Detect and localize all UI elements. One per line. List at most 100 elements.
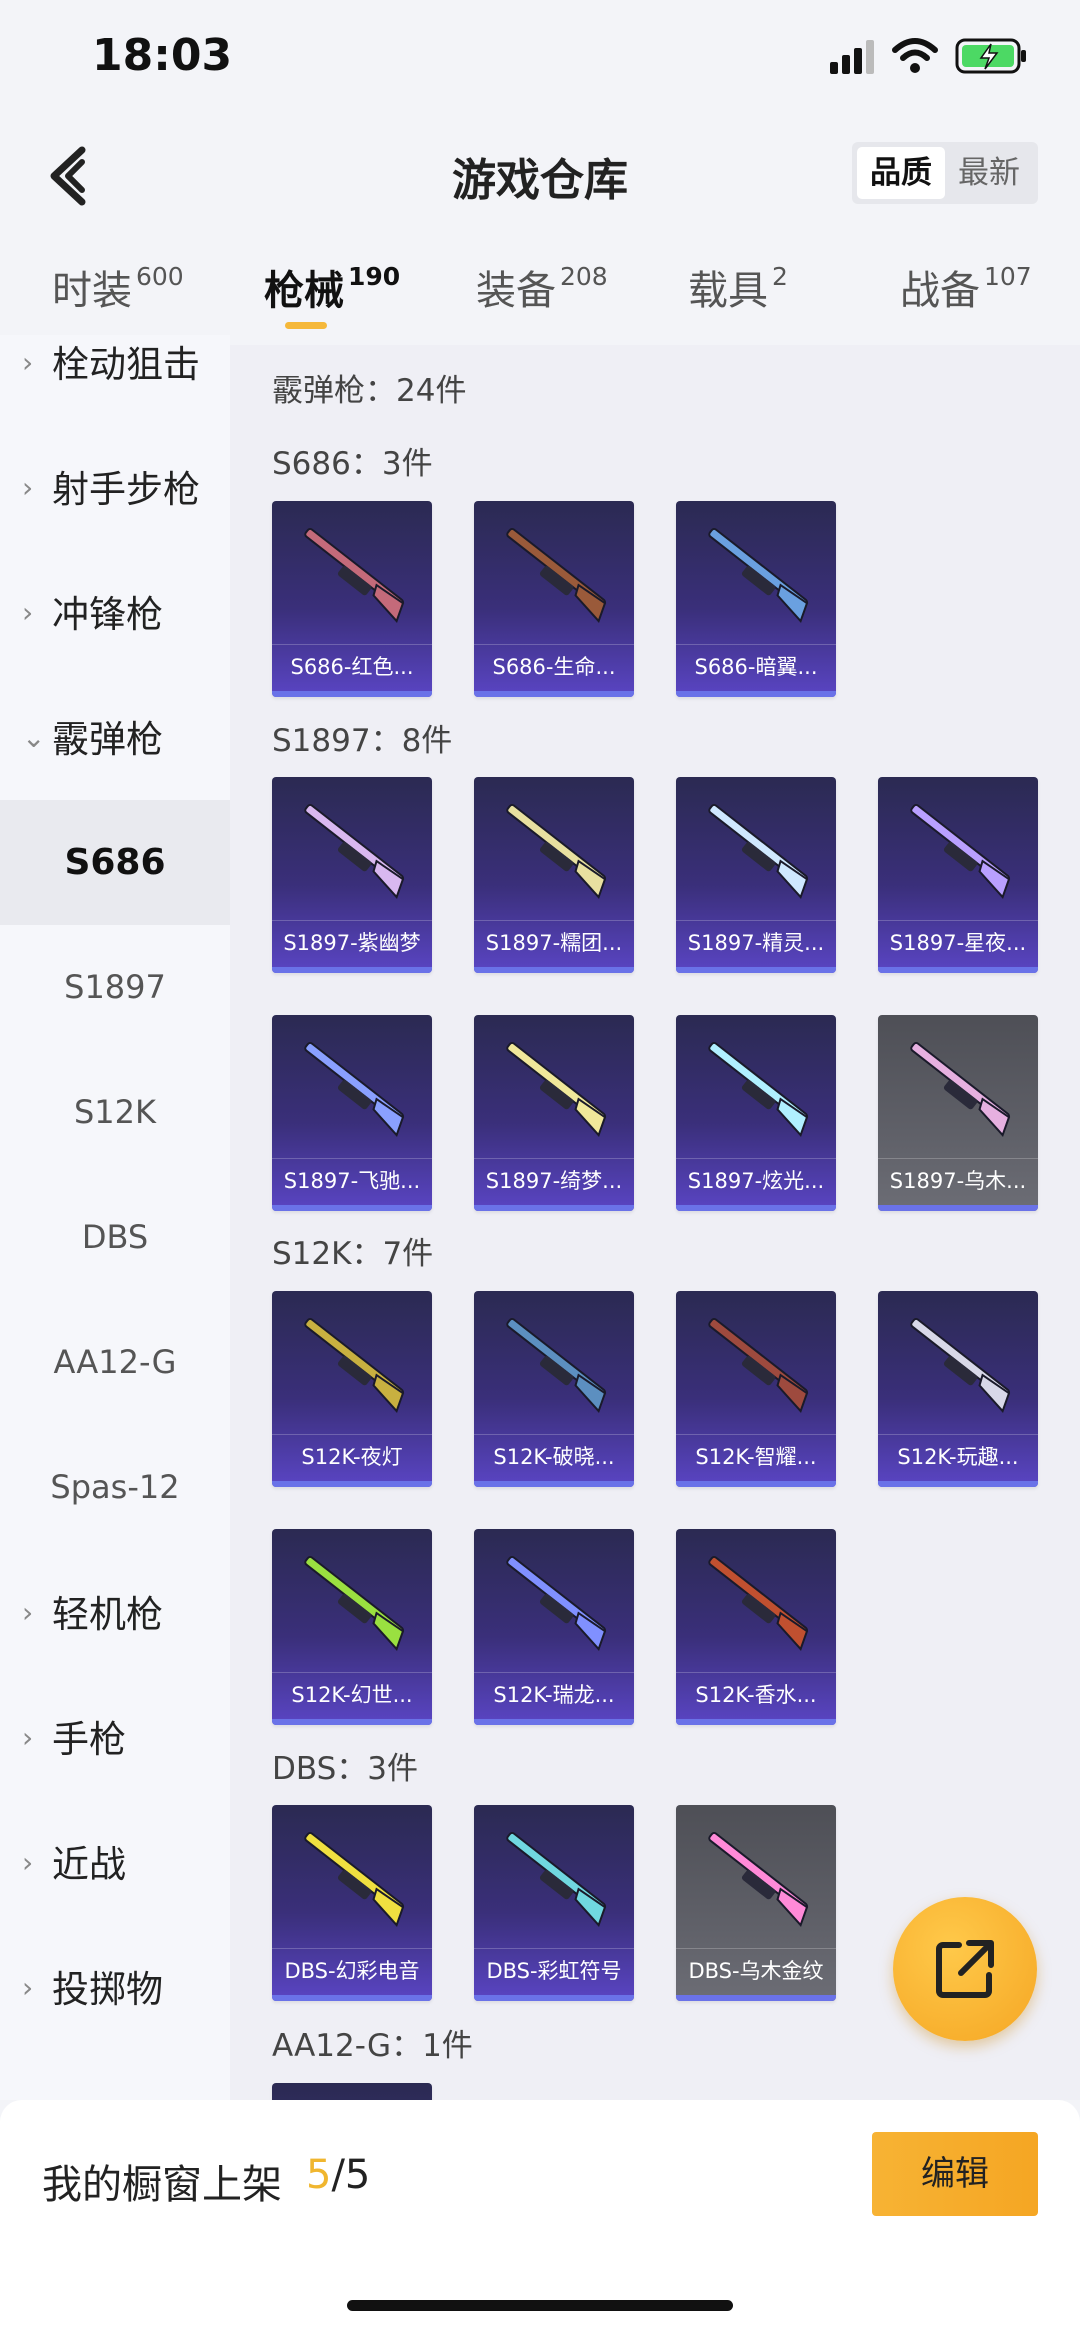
tab-supplies[interactable]: 战备 107 [900,258,1032,316]
section-heading: S12K：7件 [272,1236,434,1272]
tab-count: 600 [136,262,184,291]
tab-fashion[interactable]: 时装 600 [52,258,184,316]
weapon-card[interactable]: S686-生命... [474,501,634,697]
weapon-name: S1897-糯团... [474,920,634,965]
weapon-card[interactable]: S1897-乌木... [878,1015,1038,1211]
weapon-name: S12K-智耀... [676,1434,836,1479]
tab-vehicles[interactable]: 载具 2 [688,258,788,316]
share-button[interactable] [893,1897,1037,2041]
weapon-name: S686-生命... [474,644,634,689]
weapon-card[interactable]: S1897-绮梦... [474,1015,634,1211]
weapon-name: S1897-绮梦... [474,1158,634,1203]
weapon-card[interactable]: S12K-香水... [676,1529,836,1725]
sort-quality-button[interactable]: 品质 [857,147,945,199]
smg-icon [474,1805,634,1945]
shotgun-icon [272,777,432,917]
status-time: 18:03 [92,30,233,81]
weapon-card[interactable]: S1897-星夜... [878,777,1038,973]
section-heading: S686：3件 [272,446,433,482]
weapon-card[interactable]: S1897-飞驰... [272,1015,432,1211]
weapon-card[interactable]: S12K-夜灯 [272,1291,432,1487]
weapon-card[interactable]: S12K-瑞龙... [474,1529,634,1725]
weapon-card[interactable]: S686-暗翼... [676,501,836,697]
weapon-card[interactable]: DBS-彩虹符号 [474,1805,634,2001]
chevron-right-icon: › [22,1596,34,1629]
rifle-icon [676,1529,836,1669]
battery-icon [955,38,1026,74]
nav-bar: 游戏仓库 品质 最新 [0,120,1080,240]
weapon-name: S12K-玩趣... [878,1434,1038,1479]
weapon-card[interactable]: S12K-玩趣... [878,1291,1038,1487]
category-heading: 霰弹枪：24件 [272,373,467,409]
sidebar-sub-dbs[interactable]: DBS [0,1175,230,1300]
wifi-icon [892,38,938,73]
shotgun-icon [272,1015,432,1155]
chevron-right-icon: › [22,471,34,504]
weapon-name: DBS-乌木金纹 [676,1948,836,1993]
sidebar-item-smg[interactable]: › 冲锋枪 [0,550,230,675]
weapon-name: S12K-幻世... [272,1672,432,1717]
sidebar-item-melee[interactable]: › 近战 [0,1800,230,1925]
weapon-card[interactable]: S1897-炫光... [676,1015,836,1211]
rifle-icon [878,1291,1038,1431]
sort-toggle: 品质 最新 [852,142,1038,204]
chevron-right-icon: › [22,1971,34,2004]
weapon-card[interactable]: DBS-乌木金纹 [676,1805,836,2001]
weapon-card[interactable] [272,2083,432,2100]
share-icon [936,1940,994,1998]
weapon-name: S1897-乌木... [878,1158,1038,1203]
chevron-right-icon: › [22,346,34,379]
weapon-card[interactable]: S12K-智耀... [676,1291,836,1487]
weapon-card[interactable]: S686-红色... [272,501,432,697]
shotgun-icon [474,777,634,917]
shotgun-icon [676,501,836,641]
weapon-name: S12K-瑞龙... [474,1672,634,1717]
weapon-name: S1897-飞驰... [272,1158,432,1203]
edit-button[interactable]: 编辑 [872,2132,1038,2216]
showcase-label: 我的橱窗上架 [42,2162,282,2208]
tab-count: 107 [984,262,1032,291]
weapon-card[interactable]: DBS-幻彩电音 [272,1805,432,2001]
tab-weapons[interactable]: 枪械 190 [264,258,400,316]
sidebar-sub-aa12g[interactable]: AA12-G [0,1300,230,1425]
rifle-icon [272,1529,432,1669]
tab-equipment[interactable]: 装备 208 [476,258,608,316]
shotgun-icon [676,1015,836,1155]
sidebar-item-shotgun[interactable]: ⌄ 霰弹枪 [0,675,230,800]
weapon-name: S1897-紫幽梦 [272,920,432,965]
sidebar-item-dmr[interactable]: › 射手步枪 [0,425,230,550]
weapon-card[interactable]: S1897-精灵... [676,777,836,973]
weapon-card[interactable]: S1897-糯团... [474,777,634,973]
sidebar-item-bolt-sniper[interactable]: › 栓动狙击 [0,335,230,425]
weapon-card[interactable]: S1897-紫幽梦 [272,777,432,973]
sidebar: › 栓动狙击 › 射手步枪 › 冲锋枪 ⌄ 霰弹枪 S686 S1897 S12K DB… [0,335,230,2100]
sidebar-sub-s1897[interactable]: S1897 [0,925,230,1050]
chevron-right-icon: › [22,1846,34,1879]
sidebar-item-pistol[interactable]: › 手枪 [0,1675,230,1800]
shotgun-icon [474,1015,634,1155]
section-heading: S1897：8件 [272,723,453,759]
sidebar-sub-s12k[interactable]: S12K [0,1050,230,1175]
tab-count: 2 [772,262,788,291]
status-bar: 18:03 [0,0,1080,120]
rifle-icon [474,1291,634,1431]
rifle-icon [474,1529,634,1669]
rifle-icon [676,1291,836,1431]
weapon-list: 霰弹枪：24件 S686：3件 S686-红色... S686-生命... S6… [230,345,1080,2100]
home-indicator[interactable] [347,2300,733,2311]
sort-newest-button[interactable]: 最新 [945,147,1033,199]
sidebar-sub-spas12[interactable]: Spas-12 [0,1425,230,1550]
active-tab-indicator [285,322,327,329]
weapon-name: S1897-炫光... [676,1158,836,1203]
category-tabs: 时装 600 枪械 190 装备 208 载具 2 战备 107 [0,250,1080,345]
weapon-card[interactable]: S12K-幻世... [272,1529,432,1725]
shotgun-icon [676,777,836,917]
sidebar-sub-s686[interactable]: S686 [0,800,230,925]
rifle-icon [272,1291,432,1431]
tab-count: 208 [560,262,608,291]
weapon-card[interactable]: S12K-破晓... [474,1291,634,1487]
sidebar-item-lmg[interactable]: › 轻机枪 [0,1550,230,1675]
sidebar-item-throwable[interactable]: › 投掷物 [0,1925,230,2050]
shotgun-icon [272,501,432,641]
weapon-name: S12K-破晓... [474,1434,634,1479]
